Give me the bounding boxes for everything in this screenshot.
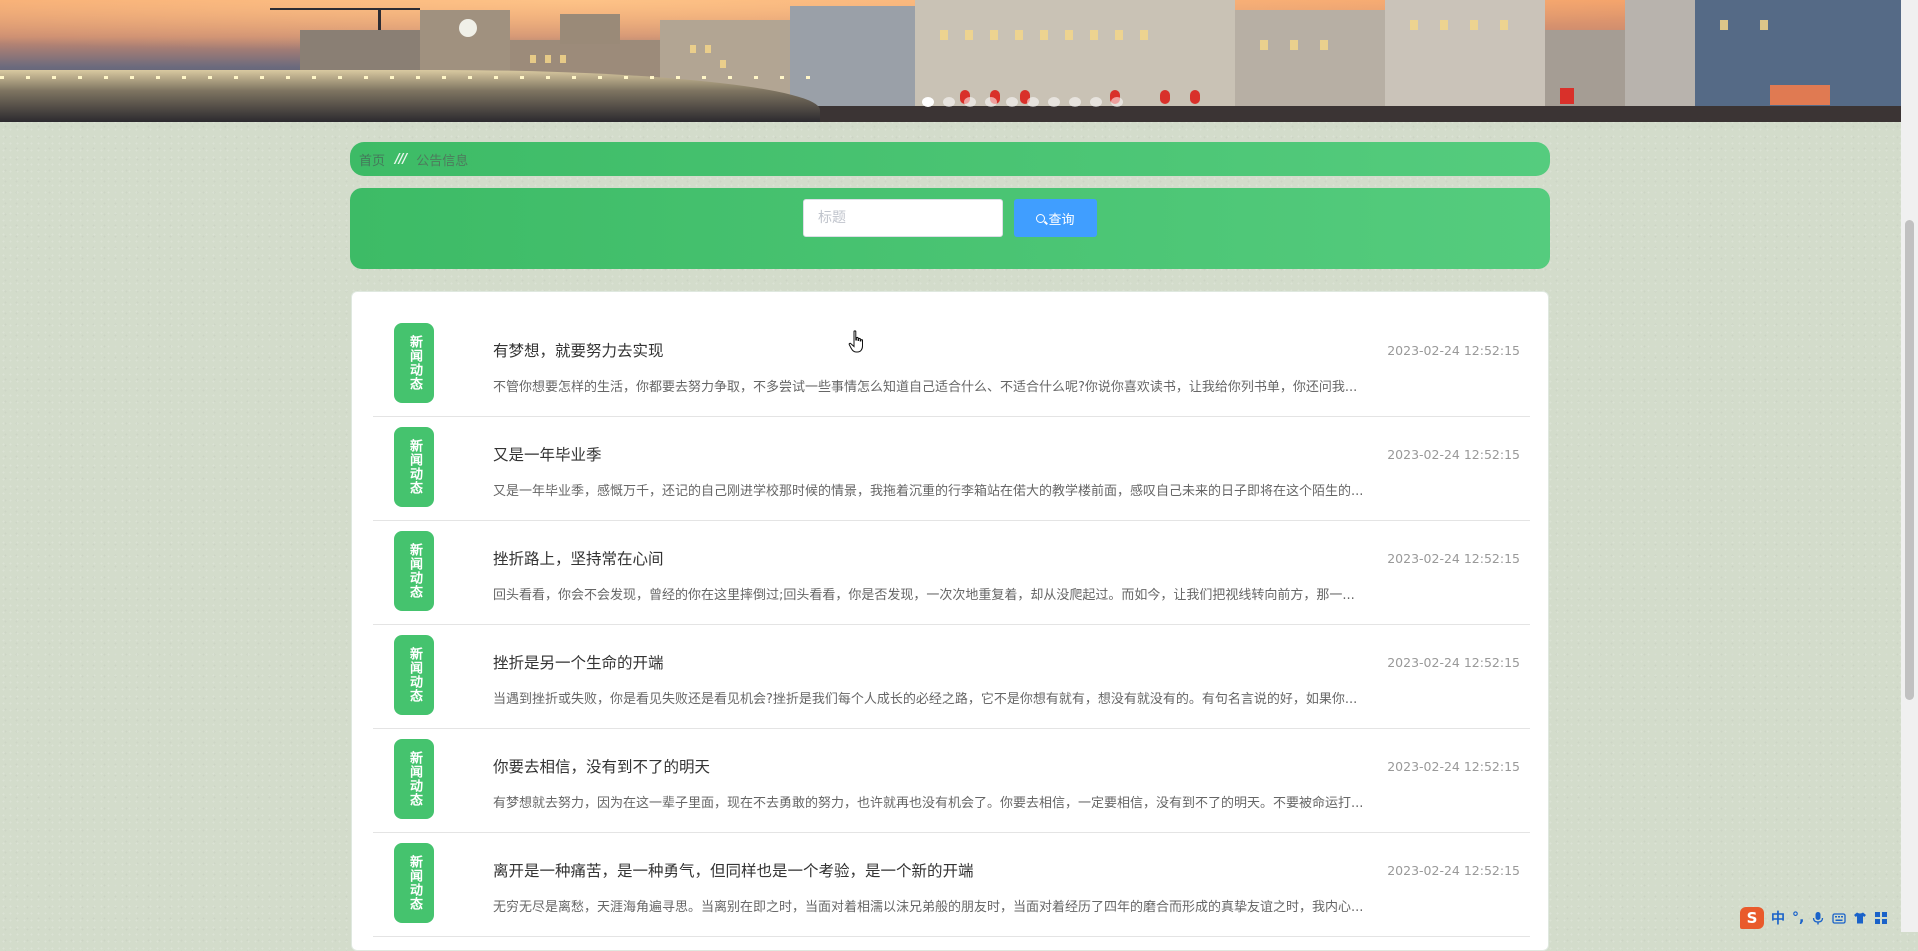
carousel-dot[interactable]: [1111, 97, 1123, 107]
skin-shirt-icon[interactable]: [1853, 911, 1867, 925]
breadcrumb-current: 公告信息: [416, 153, 469, 169]
news-list-card: 新闻动态 有梦想，就要努力去实现 2023-02-24 12:52:15 不管你…: [351, 291, 1549, 951]
news-summary: 有梦想就去努力，因为在这一辈子里面，现在不去勇敢的努力，也许就再也没有机会了。你…: [493, 796, 1364, 811]
scrollbar-thumb[interactable]: [1905, 220, 1914, 700]
carousel-dot[interactable]: [1048, 97, 1060, 107]
news-title[interactable]: 挫折路上，坚持常在心间: [493, 547, 664, 569]
ime-punctuation-toggle[interactable]: °,: [1792, 910, 1804, 926]
news-date: 2023-02-24 12:52:15: [1387, 447, 1520, 462]
carousel-dot[interactable]: [964, 97, 976, 107]
carousel-dot[interactable]: [1069, 97, 1081, 107]
breadcrumb: 首页 /// 公告信息: [350, 142, 1550, 176]
news-item[interactable]: 新闻动态 又是一年毕业季 2023-02-24 12:52:15 又是一年毕业季…: [373, 417, 1530, 521]
toolbox-grid-icon[interactable]: [1874, 911, 1888, 925]
news-category-badge: 新闻动态: [394, 843, 434, 923]
carousel-dot[interactable]: [985, 97, 997, 107]
ime-toolbar[interactable]: S 中 °,: [1740, 906, 1888, 930]
microphone-icon[interactable]: [1811, 911, 1825, 925]
carousel-indicators: [922, 97, 1123, 107]
hero-banner: [0, 0, 1901, 122]
news-category-badge: 新闻动态: [394, 739, 434, 819]
ime-logo[interactable]: S: [1740, 907, 1764, 929]
news-title[interactable]: 挫折是另一个生命的开端: [493, 651, 664, 673]
carousel-dot[interactable]: [1006, 97, 1018, 107]
breadcrumb-home[interactable]: 首页: [359, 150, 385, 169]
carousel-dot[interactable]: [922, 97, 934, 107]
search-panel: 查询: [350, 188, 1550, 269]
news-category-badge: 新闻动态: [394, 635, 434, 715]
news-title[interactable]: 你要去相信，没有到不了的明天: [493, 755, 710, 777]
news-category-badge: 新闻动态: [394, 427, 434, 507]
carousel-dot[interactable]: [1090, 97, 1102, 107]
news-date: 2023-02-24 12:52:15: [1387, 863, 1520, 878]
search-button-label: 查询: [1048, 212, 1075, 228]
keyboard-icon[interactable]: [1832, 911, 1846, 925]
news-title[interactable]: 有梦想，就要努力去实现: [493, 339, 664, 361]
news-category-badge: 新闻动态: [394, 531, 434, 611]
carousel-dot[interactable]: [1027, 97, 1039, 107]
news-item[interactable]: 新闻动态 你要去相信，没有到不了的明天 2023-02-24 12:52:15 …: [373, 729, 1530, 833]
breadcrumb-separator: ///: [395, 151, 407, 167]
news-item[interactable]: 新闻动态 有梦想，就要努力去实现 2023-02-24 12:52:15 不管你…: [373, 313, 1530, 417]
news-date: 2023-02-24 12:52:15: [1387, 343, 1520, 358]
page-scrollbar[interactable]: [1901, 0, 1918, 932]
news-item[interactable]: 新闻动态 离开是一种痛苦，是一种勇气，但同样也是一个考验，是一个新的开端 202…: [373, 833, 1530, 937]
carousel-dot[interactable]: [943, 97, 955, 107]
news-list: 新闻动态 有梦想，就要努力去实现 2023-02-24 12:52:15 不管你…: [373, 313, 1530, 937]
title-search-input[interactable]: [803, 199, 1003, 237]
news-title[interactable]: 离开是一种痛苦，是一种勇气，但同样也是一个考验，是一个新的开端: [493, 859, 974, 881]
news-title[interactable]: 又是一年毕业季: [493, 443, 602, 465]
hand-cursor-icon: [848, 330, 863, 353]
ime-mode-toggle[interactable]: 中: [1771, 908, 1785, 928]
search-icon: [1036, 213, 1046, 223]
news-item[interactable]: 新闻动态 挫折是另一个生命的开端 2023-02-24 12:52:15 当遇到…: [373, 625, 1530, 729]
news-date: 2023-02-24 12:52:15: [1387, 759, 1520, 774]
news-summary: 无穷无尽是离愁，天涯海角遍寻思。当离别在即之时，当面对着相濡以沫兄弟般的朋友时，…: [493, 900, 1364, 915]
news-date: 2023-02-24 12:52:15: [1387, 551, 1520, 566]
news-summary: 不管你想要怎样的生活，你都要去努力争取，不多尝试一些事情怎么知道自己适合什么、不…: [493, 380, 1358, 395]
news-summary: 回头看看，你会不会发现，曾经的你在这里摔倒过;回头看看，你是否发现，一次次地重复…: [493, 588, 1355, 603]
banner-bridge: [0, 70, 820, 122]
search-button[interactable]: 查询: [1014, 199, 1097, 237]
news-date: 2023-02-24 12:52:15: [1387, 655, 1520, 670]
news-item[interactable]: 新闻动态 挫折路上，坚持常在心间 2023-02-24 12:52:15 回头看…: [373, 521, 1530, 625]
news-summary: 又是一年毕业季，感慨万千，还记的自己刚进学校那时候的情景，我拖着沉重的行李箱站在…: [493, 484, 1364, 499]
news-category-badge: 新闻动态: [394, 323, 434, 403]
bridge-lights: [0, 76, 820, 79]
news-summary: 当遇到挫折或失败，你是看见失败还是看见机会?挫折是我们每个人成长的必经之路，它不…: [493, 692, 1358, 707]
